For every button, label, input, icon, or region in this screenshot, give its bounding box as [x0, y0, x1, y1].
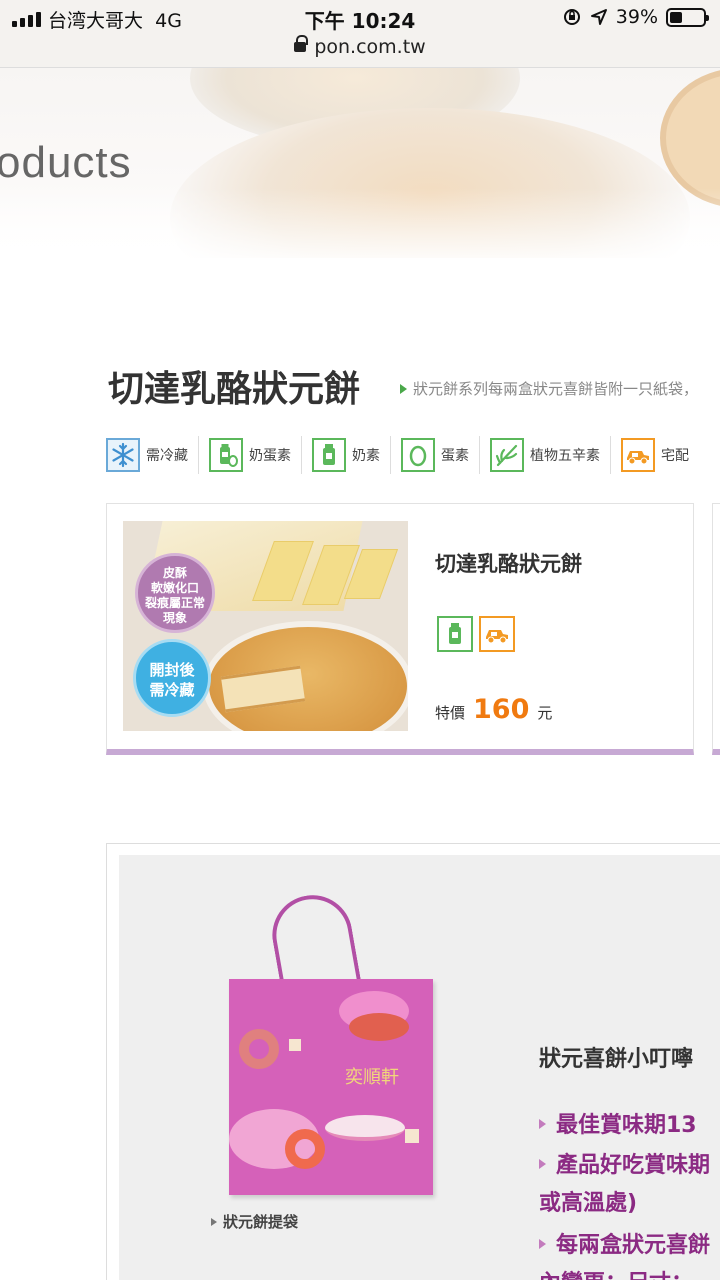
milk-bottle-icon — [437, 616, 473, 652]
banner-title: oducts — [0, 138, 132, 187]
snowflake-icon — [106, 438, 140, 472]
legend-item-lacto: 奶素 — [312, 436, 391, 474]
page: 台湾大哥大 4G 下午 10:24 pon.com.tw 39% oducts … — [0, 0, 720, 1280]
notice-panel: 奕順軒 狀元餅提袋 狀元喜餅小叮嚀 最佳賞味期13 產品好吃賞味期 或高溫處) … — [106, 843, 720, 1280]
arrow-right-icon — [400, 384, 407, 394]
notice-bullet: 產品好吃賞味期 — [539, 1147, 710, 1179]
product-price: 特價 160 元 — [435, 694, 553, 725]
crispy-note-badge: 皮酥 軟嫩化口 裂痕屬正常 現象 — [135, 553, 215, 633]
price-value: 160 — [473, 694, 530, 725]
legend-item-refrigerate: 需冷藏 — [106, 436, 199, 474]
battery-percent: 39% — [615, 6, 658, 28]
egg-icon — [401, 438, 435, 472]
milk-egg-icon — [209, 438, 243, 472]
rotation-lock-icon — [563, 9, 580, 25]
page-title: 切達乳酪狀元餅 — [108, 369, 361, 410]
refrigerate-badge: 開封後 需冷藏 — [133, 639, 211, 717]
paper-bag-image: 奕順軒 — [229, 979, 433, 1195]
legend-item-ovo: 蛋素 — [401, 436, 480, 474]
delivery-truck-icon — [621, 438, 655, 472]
arrow-right-icon — [539, 1159, 546, 1169]
notice-bullet-continued: 內變更；尺寸： — [539, 1265, 693, 1280]
next-product-card[interactable] — [712, 503, 720, 755]
notice-title: 狀元喜餅小叮嚀 — [539, 1047, 694, 1072]
bag-logo: 奕順軒 — [345, 1067, 399, 1088]
product-name[interactable]: 切達乳酪狀元餅 — [435, 548, 582, 578]
location-arrow-icon — [590, 9, 607, 25]
diet-legend: 需冷藏 奶蛋素 奶素 蛋素 植物五辛素 宅配 — [106, 436, 709, 474]
product-photo[interactable]: 皮酥 軟嫩化口 裂痕屬正常 現象 開封後 需冷藏 — [123, 521, 408, 731]
bag-caption: 狀元餅提袋 — [211, 1211, 298, 1232]
arrow-right-icon — [539, 1239, 546, 1249]
legend-item-delivery: 宅配 — [621, 436, 699, 474]
battery-icon — [666, 7, 709, 27]
lock-icon — [294, 35, 309, 52]
series-note: 狀元餅系列每兩盒狀元喜餅皆附一只紙袋， — [400, 378, 698, 399]
notice-bullet: 最佳賞味期13 — [539, 1107, 697, 1139]
status-right: 39% — [562, 6, 709, 28]
legend-item-plant: 植物五辛素 — [490, 436, 611, 474]
arrow-right-icon — [211, 1218, 217, 1226]
milk-bottle-icon — [312, 438, 346, 472]
legend-item-lacto-ovo: 奶蛋素 — [209, 436, 302, 474]
hero-banner: oducts — [0, 68, 720, 258]
status-bar: 台湾大哥大 4G 下午 10:24 pon.com.tw 39% — [0, 0, 720, 68]
delivery-truck-icon — [479, 616, 515, 652]
notice-bullet: 每兩盒狀元喜餅 — [539, 1227, 710, 1259]
notice-bullet-continued: 或高溫處) — [539, 1191, 638, 1216]
plant-icon — [490, 438, 524, 472]
url-bar[interactable]: pon.com.tw — [0, 35, 720, 58]
product-tags — [437, 616, 515, 652]
url-text: pon.com.tw — [314, 36, 426, 58]
product-card[interactable]: 皮酥 軟嫩化口 裂痕屬正常 現象 開封後 需冷藏 切達乳酪狀元餅 特價 160 元 — [106, 503, 694, 755]
arrow-right-icon — [539, 1119, 546, 1129]
